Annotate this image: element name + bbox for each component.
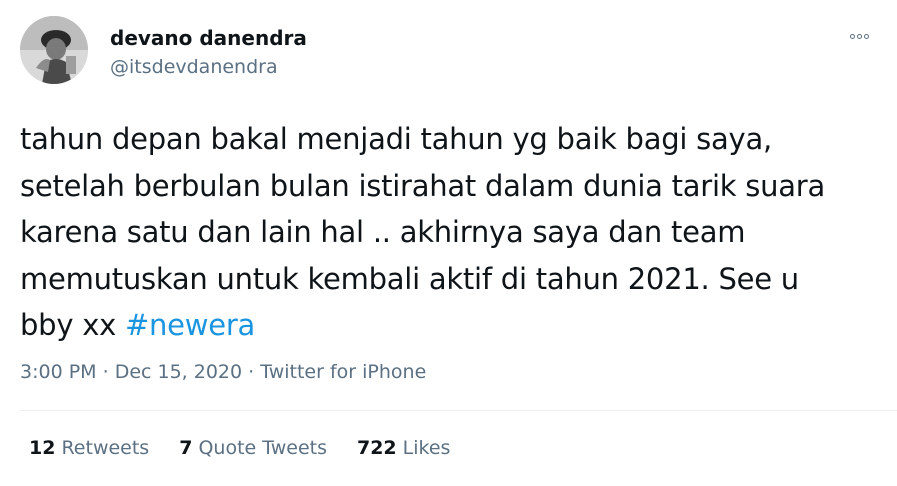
tweet-line-last: bby xx #newera bbox=[20, 302, 880, 349]
likes-count: 722 bbox=[356, 437, 397, 459]
tweet-card: devano danendra @itsdevdanendra tahun de… bbox=[0, 0, 897, 486]
tweet-line: memutuskan untuk kembali aktif di tahun … bbox=[20, 261, 799, 296]
more-dot bbox=[863, 33, 869, 39]
tweet-line: setelah berbulan bulan istirahat dalam d… bbox=[20, 168, 825, 203]
divider bbox=[20, 410, 897, 411]
meta-separator: · bbox=[96, 361, 115, 383]
hashtag-link[interactable]: #newera bbox=[125, 308, 255, 342]
user-handle[interactable]: @itsdevdanendra bbox=[110, 56, 278, 78]
tweet-line: karena satu dan lain hal .. akhirnya say… bbox=[20, 215, 746, 249]
tweet-date[interactable]: Dec 15, 2020 bbox=[115, 361, 242, 383]
tweet-text: tahun depan bakal menjadi tahun yg baik … bbox=[20, 116, 880, 349]
quote-tweets-stat[interactable]: 7 Quote Tweets bbox=[179, 437, 327, 459]
retweets-stat[interactable]: 12 Retweets bbox=[29, 437, 149, 459]
avatar-photo bbox=[20, 16, 88, 84]
meta-separator: · bbox=[242, 361, 261, 383]
quote-tweets-count: 7 bbox=[179, 437, 193, 459]
tweet-time[interactable]: 3:00 PM bbox=[20, 361, 97, 383]
likes-label: Likes bbox=[402, 437, 451, 459]
tweet-meta: 3:00 PM · Dec 15, 2020 · Twitter for iPh… bbox=[20, 361, 426, 383]
quote-tweets-label: Quote Tweets bbox=[198, 437, 327, 459]
avatar[interactable] bbox=[20, 16, 88, 84]
more-dot bbox=[856, 33, 862, 39]
tweet-source[interactable]: Twitter for iPhone bbox=[260, 361, 426, 383]
retweets-count: 12 bbox=[29, 437, 56, 459]
more-dot bbox=[849, 33, 855, 39]
tweet-line-text: bby xx bbox=[20, 308, 125, 342]
likes-stat[interactable]: 722 Likes bbox=[357, 437, 450, 459]
display-name[interactable]: devano danendra bbox=[110, 26, 307, 50]
tweet-line: tahun depan bakal menjadi tahun yg baik … bbox=[20, 122, 772, 156]
more-options-icon[interactable] bbox=[846, 26, 872, 46]
retweets-label: Retweets bbox=[61, 437, 150, 459]
engagement-stats: 12 Retweets 7 Quote Tweets 722 Likes bbox=[29, 437, 450, 459]
